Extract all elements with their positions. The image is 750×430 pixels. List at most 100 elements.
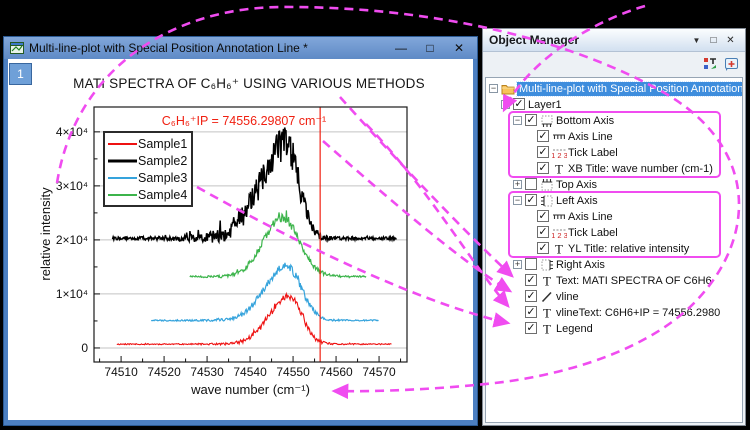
x-tick-label: 74530 (190, 365, 223, 379)
object-manager-titlebar[interactable]: Object Manager ▼ □ ✕ (483, 29, 745, 52)
window-title: Multi-line-plot with Special Position An… (29, 41, 384, 55)
svg-text:1 2 3: 1 2 3 (552, 231, 567, 240)
tree-item-label[interactable]: Text: MATI SPECTRA OF C6H6 (556, 274, 712, 288)
collapse-icon[interactable]: − (513, 116, 522, 125)
tree-item-tick-label[interactable]: ✓1 2 3Tick Label (486, 225, 742, 241)
y-tick-label: 0 (36, 341, 88, 355)
tree-item-label[interactable]: Right Axis (556, 258, 605, 272)
svg-text:T: T (543, 274, 551, 288)
collapse-icon[interactable]: − (513, 196, 522, 205)
axis-line-icon (552, 130, 566, 144)
chart-legend[interactable]: Sample1Sample2Sample3Sample4 (103, 131, 193, 207)
panel-float-icon[interactable]: □ (705, 35, 722, 46)
tree-item-right-axis[interactable]: + Right Axis (486, 257, 742, 273)
new-annotation-icon[interactable] (723, 56, 740, 72)
visibility-checkbox[interactable] (525, 258, 537, 270)
visibility-checkbox[interactable]: ✓ (525, 322, 537, 334)
tree-item-tick-label[interactable]: ✓1 2 3Tick Label (486, 145, 742, 161)
tick-label-icon: 1 2 3 (552, 226, 566, 240)
plot-window-titlebar[interactable]: Multi-line-plot with Special Position An… (4, 37, 477, 59)
close-button[interactable]: ✕ (447, 41, 471, 55)
tree-item-label[interactable]: Tick Label (568, 146, 618, 160)
visibility-checkbox[interactable]: ✓ (525, 306, 537, 318)
panel-menu-icon[interactable]: ▼ (688, 36, 705, 45)
tree-item-xb-title-wave-number-cm-1[interactable]: ✓TXB Title: wave number (cm-1) (486, 161, 742, 177)
visibility-checkbox[interactable]: ✓ (525, 290, 537, 302)
tree-item-vlinetext-c6h6-ip-74556-2980[interactable]: ✓TvlineText: C6H6+IP = 74556.2980 (486, 305, 742, 321)
visibility-checkbox[interactable]: ✓ (537, 162, 549, 174)
visibility-checkbox[interactable]: ✓ (525, 274, 537, 286)
tree-item-bottom-axis[interactable]: −✓ Bottom Axis (486, 113, 742, 129)
visibility-checkbox[interactable]: ✓ (537, 242, 549, 254)
x-tick-label: 74540 (233, 365, 266, 379)
spectrum-curve-sample3[interactable] (151, 263, 378, 321)
visibility-checkbox[interactable]: ✓ (537, 210, 549, 222)
collapse-icon[interactable]: − (489, 84, 498, 93)
legend-entry: Sample1 (105, 135, 191, 152)
tree-item-label[interactable]: Layer1 (528, 98, 562, 112)
tree-item-vline[interactable]: ✓ vline (486, 289, 742, 305)
tree-item-top-axis[interactable]: + Top Axis (486, 177, 742, 193)
tree-item-label[interactable]: vline (556, 290, 579, 304)
panel-close-icon[interactable]: ✕ (722, 35, 739, 46)
svg-text:T: T (543, 322, 551, 336)
visibility-checkbox[interactable]: ✓ (537, 226, 549, 238)
visibility-checkbox[interactable]: ✓ (525, 114, 537, 126)
legend-label: Sample2 (138, 154, 187, 168)
text-icon: T (540, 306, 554, 320)
tree-item-label[interactable]: Bottom Axis (556, 114, 614, 128)
tree-item-text-mati-spectra-of-c6h6[interactable]: ✓ T Text: MATI SPECTRA OF C6H6 (486, 273, 742, 289)
tree-item-label[interactable]: Tick Label (568, 226, 618, 240)
tree-item-label[interactable]: vlineText: C6H6+IP = 74556.2980 (556, 306, 720, 320)
legend-entry: Sample3 (105, 169, 191, 186)
minimize-button[interactable]: — (389, 41, 413, 55)
visibility-checkbox[interactable] (525, 178, 537, 190)
object-manager-toolbar (483, 52, 745, 75)
x-tick-label: 74520 (147, 365, 180, 379)
legend-label: Sample1 (138, 137, 187, 151)
tree-item-multi-line-plot-with-special-position-an[interactable]: − Multi-line-plot with Special Position A… (486, 81, 742, 97)
visibility-checkbox[interactable]: ✓ (537, 146, 549, 158)
spectrum-curve-sample4[interactable] (190, 210, 366, 277)
vline-annotation-text[interactable]: C₆H₆⁺IP = 74556.29807 cm⁻¹ (94, 113, 394, 128)
visibility-checkbox[interactable]: ✓ (513, 98, 525, 110)
y-tick-label: 2×10⁴ (36, 233, 88, 247)
chart-title-text[interactable]: MATI SPECTRA OF C₆H₆⁺ USING VARIOUS METH… (64, 76, 434, 92)
svg-text:T: T (555, 242, 563, 256)
maximize-button[interactable]: □ (418, 41, 442, 55)
visibility-checkbox[interactable]: ✓ (537, 130, 549, 142)
tree-item-legend[interactable]: ✓ T Legend (486, 321, 742, 337)
tick-label-icon: 1 2 3 (552, 146, 566, 160)
tree-item-axis-line[interactable]: ✓ Axis Line (486, 129, 742, 145)
tree-item-label[interactable]: YL Title: relative intensity (568, 242, 689, 256)
expand-icon[interactable]: + (513, 180, 522, 189)
tree-item-label[interactable]: Axis Line (568, 130, 613, 144)
visibility-checkbox[interactable]: ✓ (525, 194, 537, 206)
folder-icon (501, 82, 515, 96)
tree-item-yl-title-relative-intensity[interactable]: ✓ T YL Title: relative intensity (486, 241, 742, 257)
tree-item-left-axis[interactable]: −✓ Left Axis (486, 193, 742, 209)
axis-left-icon (540, 194, 554, 208)
svg-text:1 2 3: 1 2 3 (552, 151, 567, 160)
x-tick-label: 74550 (276, 365, 309, 379)
tree-item-label[interactable]: Left Axis (556, 194, 598, 208)
text-icon: T (540, 322, 554, 336)
graph-window-icon (10, 42, 24, 54)
axis-top-icon (540, 178, 554, 192)
tree-item-label[interactable]: Axis Line (568, 210, 613, 224)
x-tick-label: 74560 (319, 365, 352, 379)
tree-item-label[interactable]: Legend (556, 322, 593, 336)
tree-item-label[interactable]: XB Title: wave number (cm-1) (568, 162, 713, 176)
legend-line-sample (108, 192, 137, 198)
object-properties-icon[interactable] (701, 56, 718, 72)
expand-icon[interactable]: + (513, 260, 522, 269)
plot-window: Multi-line-plot with Special Position An… (3, 36, 478, 426)
tree-item-axis-line[interactable]: ✓ Axis Line (486, 209, 742, 225)
tree-item-layer1[interactable]: −✓Layer1 (486, 97, 742, 113)
tree-item-label[interactable]: Top Axis (556, 178, 597, 192)
desktop: { "colors":{ "magenta":"#F04CF0","window… (0, 0, 750, 430)
x-tick-label: 74570 (362, 365, 395, 379)
tree-item-label[interactable]: Multi-line-plot with Special Position An… (517, 82, 742, 96)
collapse-icon[interactable]: − (501, 100, 510, 109)
x-axis-title[interactable]: wave number (cm⁻¹) (94, 382, 407, 398)
